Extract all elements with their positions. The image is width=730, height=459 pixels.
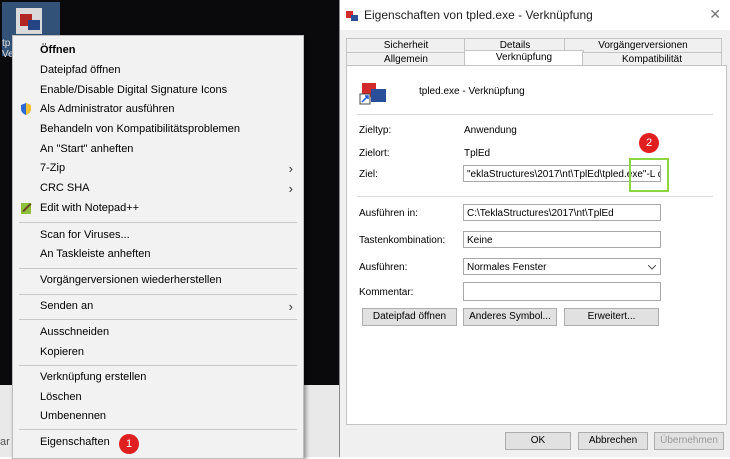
zieltyp-label: Zieltyp: bbox=[359, 125, 392, 136]
menu-item-umbenennen[interactable]: Umbenennen bbox=[13, 407, 303, 426]
menu-item-label: Dateipfad öffnen bbox=[40, 64, 121, 76]
menu-item-label: CRC SHA bbox=[40, 182, 90, 194]
tekla-app-icon bbox=[345, 8, 359, 22]
panel-divider bbox=[357, 114, 713, 115]
search-hint-text: ar bbox=[0, 436, 10, 448]
menu-item-kopieren[interactable]: Kopieren bbox=[13, 343, 303, 362]
shortcut-file-name: tpled.exe - Verknüpfung bbox=[419, 86, 525, 97]
menu-item-label: 7-Zip bbox=[40, 162, 66, 174]
step-badge-1: 1 bbox=[119, 434, 139, 454]
tastenkombination-label: Tastenkombination: bbox=[359, 235, 446, 246]
ausfuehren-value: Normales Fenster bbox=[467, 262, 547, 273]
menu-item-label: Ausschneiden bbox=[40, 326, 110, 338]
menu-item-label: Als Administrator ausführen bbox=[40, 103, 175, 115]
properties-dialog: Eigenschaften von tpled.exe - Verknüpfun… bbox=[339, 0, 730, 457]
chevron-right-icon: › bbox=[288, 161, 293, 176]
chevron-down-icon bbox=[648, 265, 656, 270]
menu-separator bbox=[19, 319, 297, 320]
menu-item-label: Eigenschaften bbox=[40, 436, 110, 448]
ziel-value: "eklaStructures\2017\nt\TplEd\tpled.exe" bbox=[467, 169, 647, 180]
menu-item-label: An Taskleiste anheften bbox=[40, 248, 151, 260]
ausfuehren-in-input[interactable]: C:\TeklaStructures\2017\nt\TplEd bbox=[463, 204, 661, 221]
menu-item-kompatibilitaet[interactable]: Behandeln von Kompatibilitätsproblemen bbox=[13, 120, 303, 139]
panel-divider bbox=[357, 196, 713, 197]
close-icon[interactable]: ✕ bbox=[709, 6, 721, 23]
menu-item-label: Behandeln von Kompatibilitätsproblemen bbox=[40, 123, 240, 135]
kommentar-input[interactable] bbox=[463, 282, 661, 301]
tab-vorgaengerversionen[interactable]: Vorgängerversionen bbox=[564, 38, 722, 53]
menu-item-verknuepfung-erstellen[interactable]: Verknüpfung erstellen bbox=[13, 368, 303, 387]
dialog-titlebar: Eigenschaften von tpled.exe - Verknüpfun… bbox=[340, 0, 730, 30]
menu-item-label: Öffnen bbox=[40, 44, 76, 56]
menu-item-label: Vorgängerversionen wiederherstellen bbox=[40, 274, 222, 286]
menu-item-label: Kopieren bbox=[40, 346, 85, 358]
ok-button[interactable]: OK bbox=[505, 432, 571, 450]
menu-item-vorgaengerversionen[interactable]: Vorgängerversionen wiederherstellen bbox=[13, 271, 303, 290]
menu-item-7zip[interactable]: 7-Zip › bbox=[13, 159, 303, 178]
menu-separator bbox=[19, 294, 297, 295]
anderes-symbol-button[interactable]: Anderes Symbol... bbox=[463, 308, 557, 326]
menu-item-senden-an[interactable]: Senden an › bbox=[13, 297, 303, 316]
zielort-label: Zielort: bbox=[359, 148, 390, 159]
menu-item-scan-viruses[interactable]: Scan for Viruses... bbox=[13, 226, 303, 245]
step-badge-2: 2 bbox=[639, 133, 659, 153]
menu-separator bbox=[19, 429, 297, 430]
context-menu: Öffnen Dateipfad öffnen Enable/Disable D… bbox=[12, 35, 304, 459]
menu-item-label: Löschen bbox=[40, 391, 82, 403]
dialog-title: Eigenschaften von tpled.exe - Verknüpfun… bbox=[364, 8, 593, 22]
shield-icon bbox=[21, 103, 31, 115]
menu-item-label: Edit with Notepad++ bbox=[40, 202, 140, 214]
menu-item-ausschneiden[interactable]: Ausschneiden bbox=[13, 323, 303, 342]
menu-item-label: Scan for Viruses... bbox=[40, 229, 130, 241]
menu-item-loeschen[interactable]: Löschen bbox=[13, 388, 303, 407]
zieltyp-value: Anwendung bbox=[464, 125, 517, 136]
dateipfad-oeffnen-button[interactable]: Dateipfad öffnen bbox=[362, 308, 457, 326]
menu-item-notepad[interactable]: Edit with Notepad++ bbox=[13, 199, 303, 218]
zielort-value: TplEd bbox=[464, 148, 491, 159]
shortcut-tab-panel: tpled.exe - Verknüpfung Zieltyp: Anwendu… bbox=[346, 65, 727, 425]
erweitert-button[interactable]: Erweitert... bbox=[564, 308, 659, 326]
ausfuehren-label: Ausführen: bbox=[359, 262, 408, 273]
menu-item-dateipfad-oeffnen[interactable]: Dateipfad öffnen bbox=[13, 61, 303, 80]
kommentar-label: Kommentar: bbox=[359, 287, 414, 298]
cancel-button[interactable]: Abbrechen bbox=[578, 432, 648, 450]
ausfuehren-in-label: Ausführen in: bbox=[359, 208, 418, 219]
tab-sicherheit[interactable]: Sicherheit bbox=[346, 38, 466, 53]
apply-button[interactable]: Übernehmen bbox=[654, 432, 724, 450]
tab-verknuepfung[interactable]: Verknüpfung bbox=[464, 50, 584, 66]
chevron-right-icon: › bbox=[288, 181, 293, 196]
menu-item-start-anheften[interactable]: An "Start" anheften bbox=[13, 140, 303, 159]
menu-separator bbox=[19, 365, 297, 366]
chevron-right-icon: › bbox=[288, 299, 293, 314]
menu-item-label: Senden an bbox=[40, 300, 94, 312]
menu-item-label: Verknüpfung erstellen bbox=[40, 371, 147, 383]
ausfuehren-select[interactable]: Normales Fenster bbox=[463, 258, 661, 275]
menu-item-oeffnen[interactable]: Öffnen bbox=[13, 41, 303, 60]
menu-separator bbox=[19, 222, 297, 223]
menu-item-taskleiste[interactable]: An Taskleiste anheften bbox=[13, 245, 303, 264]
menu-item-als-administrator[interactable]: Als Administrator ausführen bbox=[13, 100, 303, 119]
menu-item-label: Enable/Disable Digital Signature Icons bbox=[40, 84, 228, 96]
menu-item-crc-sha[interactable]: CRC SHA › bbox=[13, 179, 303, 198]
menu-item-label: An "Start" anheften bbox=[40, 143, 134, 155]
menu-separator bbox=[19, 268, 297, 269]
tastenkombination-input[interactable]: Keine bbox=[463, 231, 661, 248]
ziel-label: Ziel: bbox=[359, 169, 378, 180]
shortcut-file-icon bbox=[359, 76, 389, 106]
menu-item-digital-signature[interactable]: Enable/Disable Digital Signature Icons bbox=[13, 81, 303, 100]
highlight-box bbox=[629, 158, 669, 192]
notepad-icon bbox=[21, 203, 32, 214]
menu-item-eigenschaften[interactable]: Eigenschaften bbox=[13, 433, 303, 452]
menu-item-label: Umbenennen bbox=[40, 410, 107, 422]
tekla-app-icon bbox=[16, 8, 42, 34]
